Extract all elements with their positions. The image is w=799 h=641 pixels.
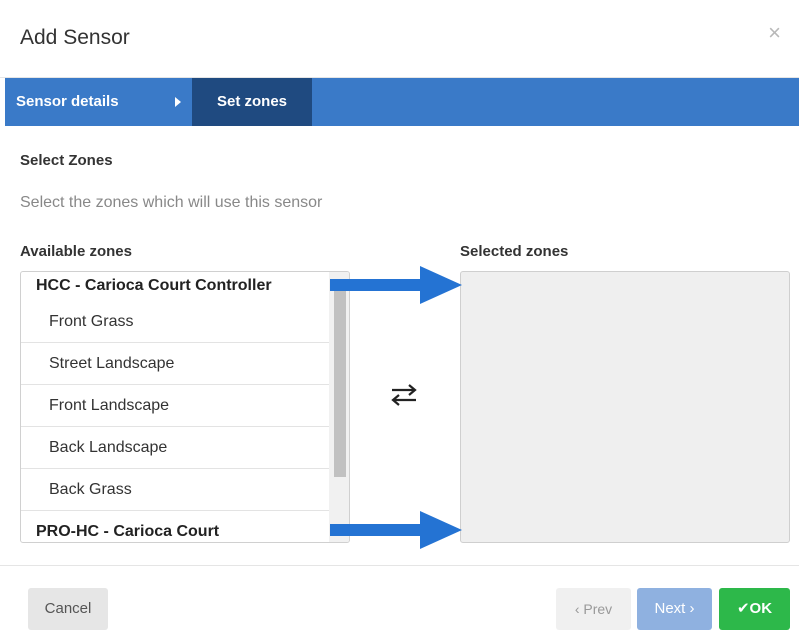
available-zones-list[interactable]: HCC - Carioca Court Controller Front Gra… — [20, 271, 350, 543]
wizard-steps: Sensor details Set zones — [5, 78, 799, 126]
callout-arrow-icon — [330, 511, 462, 549]
prev-button[interactable]: ‹ Prev — [556, 588, 631, 630]
zone-item-street-landscape[interactable]: Street Landscape — [21, 343, 329, 385]
available-zones-label: Available zones — [20, 243, 132, 260]
section-description: Select the zones which will use this sen… — [20, 194, 323, 211]
next-button[interactable]: Next › — [637, 588, 712, 630]
wizard-step-set-zones[interactable]: Set zones — [192, 78, 312, 126]
zone-group-header: PRO-HC - Carioca Court — [36, 523, 220, 540]
cancel-button[interactable]: Cancel — [28, 588, 108, 630]
zone-item-back-landscape[interactable]: Back Landscape — [21, 427, 329, 469]
add-sensor-dialog: Add Sensor × Sensor details Set zones Se… — [0, 0, 799, 641]
dialog-title: Add Sensor — [20, 26, 130, 49]
zone-group-header: HCC - Carioca Court Controller — [36, 277, 272, 294]
wizard-step-sensor-details[interactable]: Sensor details — [16, 78, 119, 126]
transfer-icon[interactable] — [388, 382, 420, 408]
zone-item-front-landscape[interactable]: Front Landscape — [21, 385, 329, 427]
ok-button[interactable]: ✔OK — [719, 588, 790, 630]
section-title: Select Zones — [20, 152, 113, 169]
check-icon: ✔ — [736, 600, 750, 617]
selected-zones-list[interactable] — [460, 271, 790, 543]
zone-item-front-grass[interactable]: Front Grass — [21, 301, 329, 343]
selected-zones-label: Selected zones — [460, 243, 569, 260]
callout-arrow-icon — [330, 266, 462, 304]
close-button[interactable]: × — [768, 22, 781, 44]
list-scrollbar[interactable] — [329, 272, 349, 542]
dialog-header: Add Sensor × — [0, 0, 799, 78]
zone-item-back-grass[interactable]: Back Grass — [21, 469, 329, 511]
ok-label: OK — [749, 600, 773, 617]
step-separator-icon — [175, 97, 181, 107]
scrollbar-thumb[interactable] — [334, 282, 346, 477]
